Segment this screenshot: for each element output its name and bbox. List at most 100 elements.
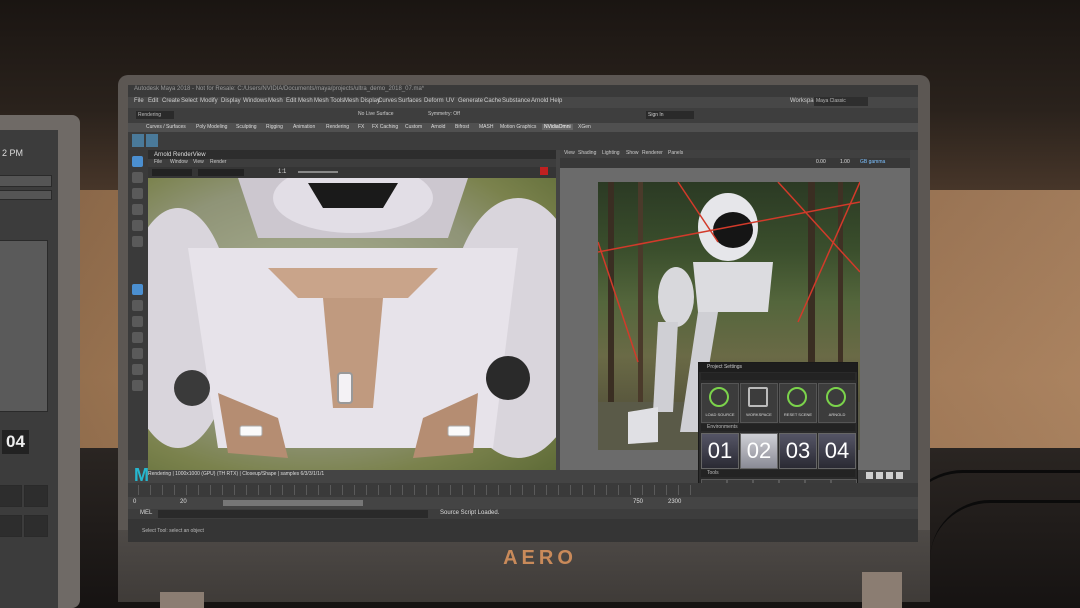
step-forward-icon[interactable] [886, 472, 893, 479]
menu-arnold[interactable]: Arnold [531, 98, 548, 104]
rv-menu-file[interactable]: File [154, 159, 162, 165]
rotate-tool-icon[interactable] [132, 220, 143, 231]
render-view-title: Arnold RenderView [154, 152, 206, 158]
shelf-tab-nvidiaomni[interactable]: NVidiaOmni [542, 124, 573, 130]
menu-help[interactable]: Help [550, 98, 562, 104]
check-icon [709, 387, 729, 407]
section-settings-divider [701, 373, 855, 380]
viewport-exposure[interactable]: 0.00 [816, 159, 826, 165]
shelf-tab-motion-graphics[interactable]: Motion Graphics [500, 124, 536, 130]
layout-icon[interactable] [132, 284, 143, 295]
shelf-icon[interactable] [146, 134, 158, 147]
symmetry-toggle[interactable]: Symmetry: Off [428, 111, 460, 117]
menu-edit[interactable]: Edit [148, 98, 158, 104]
rv-menu-view[interactable]: View [193, 159, 204, 165]
help-text: Select Tool: select an object [142, 528, 204, 534]
rv-menu-window[interactable]: Window [170, 159, 188, 165]
menu-deform[interactable]: Deform [424, 98, 444, 104]
skip-end-icon[interactable] [896, 472, 903, 479]
shelf-tab-custom[interactable]: Custom [405, 124, 422, 130]
menu-display[interactable]: Display [221, 98, 241, 104]
viewport-gamma[interactable]: 1.00 [840, 159, 850, 165]
menu-uv[interactable]: UV [446, 98, 454, 104]
shelf-tab-bifrost[interactable]: Bifrost [455, 124, 469, 130]
mel-label[interactable]: MEL [140, 510, 152, 516]
vp-menu-shading[interactable]: Shading [578, 150, 596, 156]
menu-cache[interactable]: Cache [484, 98, 501, 104]
layout-icon[interactable] [132, 332, 143, 343]
button-label: ARNOLD [828, 412, 846, 417]
workspace-select[interactable]: Maya Classic [814, 97, 868, 106]
shelf-tab-fx[interactable]: FX [358, 124, 364, 130]
shelf-icon[interactable] [132, 134, 144, 147]
vp-menu-show[interactable]: Show [626, 150, 639, 156]
menu-mesh-display[interactable]: Mesh Display [344, 98, 380, 104]
menu-curves[interactable]: Curves [378, 98, 397, 104]
paint-tool-icon[interactable] [132, 188, 143, 199]
shelf-tab-mash[interactable]: MASH [479, 124, 493, 130]
shelf-tab-arnold[interactable]: Arnold [431, 124, 445, 130]
shelf-tab-sculpting[interactable]: Sculpting [236, 124, 257, 130]
environment-01-button[interactable]: 01 [701, 433, 739, 469]
menu-mesh-tools[interactable]: Mesh Tools [314, 98, 344, 104]
window-title: Autodesk Maya 2018 - Not for Resale: C:/… [134, 86, 425, 92]
play-forward-icon[interactable] [876, 472, 883, 479]
camera-select[interactable] [152, 169, 192, 176]
range-start-field[interactable]: 0 [133, 499, 136, 505]
aero-logo: AERO [503, 547, 577, 569]
layout-icon[interactable] [132, 380, 143, 391]
shelf-tab-xgen[interactable]: XGen [578, 124, 591, 130]
move-tool-icon[interactable] [132, 204, 143, 215]
aov-select[interactable] [198, 169, 244, 176]
command-result: Source Script Loaded. [440, 510, 500, 516]
exposure-slider[interactable] [298, 171, 338, 173]
command-input[interactable] [158, 510, 428, 518]
viewport-color-space[interactable]: GB gamma [860, 159, 885, 165]
shelf-tab-rigging[interactable]: Rigging [266, 124, 283, 130]
menu-mesh[interactable]: Mesh [268, 98, 283, 104]
menu-select[interactable]: Select [181, 98, 198, 104]
shelf-tab-animation[interactable]: Animation [293, 124, 315, 130]
scale-tool-icon[interactable] [132, 236, 143, 247]
menu-windows[interactable]: Windows [243, 98, 267, 104]
workspace-button[interactable]: WORKSPACE [740, 383, 778, 423]
layout-icon[interactable] [132, 348, 143, 359]
vp-menu-lighting[interactable]: Lighting [602, 150, 620, 156]
range-slider[interactable] [223, 500, 363, 506]
playback-start-field[interactable]: 20 [180, 499, 187, 505]
shelf-tab-curves[interactable]: Curves / Surfaces [146, 124, 186, 130]
environment-02-button[interactable]: 02 [740, 433, 778, 469]
vp-menu-panels[interactable]: Panels [668, 150, 683, 156]
sign-in-button[interactable]: Sign In [646, 111, 694, 119]
menu-file[interactable]: File [134, 98, 144, 104]
environment-04-button[interactable]: 04 [818, 433, 856, 469]
lasso-tool-icon[interactable] [132, 172, 143, 183]
range-end-field[interactable]: 2300 [668, 499, 681, 505]
rv-menu-render[interactable]: Render [210, 159, 226, 165]
shelf-tab-fx-caching[interactable]: FX Caching [372, 124, 398, 130]
menu-substance[interactable]: Substance [502, 98, 530, 104]
load-source-button[interactable]: LOAD SOURCE [701, 383, 739, 423]
live-surface-indicator[interactable]: No Live Surface [358, 111, 394, 117]
layout-icon[interactable] [132, 364, 143, 375]
menu-edit-mesh[interactable]: Edit Mesh [286, 98, 313, 104]
layout-icon[interactable] [132, 316, 143, 327]
close-icon[interactable] [540, 167, 548, 175]
reset-scene-button[interactable]: RESET SCENE [779, 383, 817, 423]
menu-generate[interactable]: Generate [458, 98, 483, 104]
select-tool-icon[interactable] [132, 156, 143, 167]
arnold-button[interactable]: ARNOLD [818, 383, 856, 423]
playback-end-field[interactable]: 750 [633, 499, 643, 505]
environment-03-button[interactable]: 03 [779, 433, 817, 469]
time-slider[interactable] [128, 483, 918, 497]
menu-modify[interactable]: Modify [200, 98, 218, 104]
menu-set-select[interactable]: Rendering [136, 111, 174, 119]
vp-menu-renderer[interactable]: Renderer [642, 150, 663, 156]
menu-surfaces[interactable]: Surfaces [398, 98, 422, 104]
shelf-tab-poly-modeling[interactable]: Poly Modeling [196, 124, 227, 130]
menu-create[interactable]: Create [162, 98, 180, 104]
play-backward-icon[interactable] [866, 472, 873, 479]
shelf-tab-rendering[interactable]: Rendering [326, 124, 349, 130]
layout-icon[interactable] [132, 300, 143, 311]
vp-menu-view[interactable]: View [564, 150, 575, 156]
